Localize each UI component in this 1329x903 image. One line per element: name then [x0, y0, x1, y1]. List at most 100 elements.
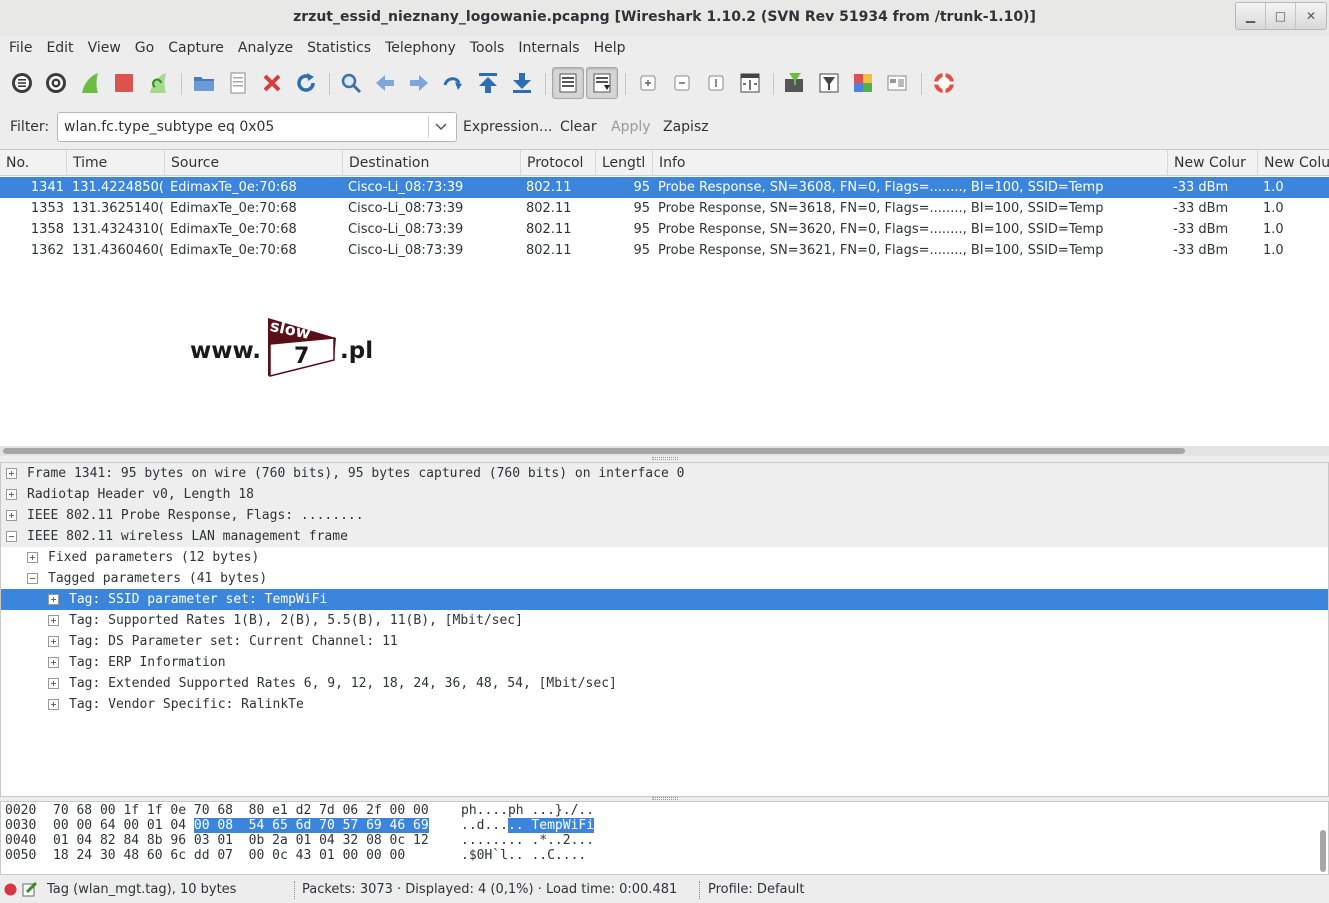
status-separator	[294, 881, 295, 899]
maximize-icon[interactable]: □	[1266, 3, 1296, 29]
menu-go[interactable]: Go	[128, 40, 161, 56]
restart-capture-icon[interactable]	[144, 69, 172, 97]
back-icon[interactable]	[371, 69, 399, 97]
save-file-icon[interactable]	[224, 69, 252, 97]
cell-new-2: 1.0	[1263, 222, 1284, 237]
column-no[interactable]: No.	[0, 150, 67, 176]
cell-time: 131.4360460(	[72, 243, 164, 258]
expand-icon[interactable]	[48, 657, 59, 668]
start-capture-icon[interactable]	[76, 69, 104, 97]
column-protocol[interactable]: Protocol	[521, 150, 596, 176]
column-source[interactable]: Source	[165, 150, 343, 176]
hex-bytes-group: 70 68 00 1f 1f 0e 70 68 80 e1 d2 7d 06 2…	[53, 803, 429, 818]
collapse-icon[interactable]	[27, 573, 38, 584]
packet-row[interactable]: 1358 131.4324310(EdimaxTe_0e:70:68 Cisco-L…	[0, 219, 1329, 240]
detail-tree-row[interactable]: Tag: DS Parameter set: Current Channel: …	[1, 631, 1328, 652]
save-filter-button[interactable]: Zapisz	[663, 119, 709, 135]
detail-tree-row[interactable]: Fixed parameters (12 bytes)	[1, 547, 1328, 568]
expand-icon[interactable]	[6, 468, 17, 479]
interfaces-icon[interactable]	[8, 69, 36, 97]
expand-icon[interactable]	[6, 489, 17, 500]
window-title: zrzut_essid_nieznany_logowanie.pcapng [W…	[293, 9, 1036, 25]
cell-new-1: -33 dBm	[1173, 222, 1229, 237]
coloring-rules-icon[interactable]	[849, 69, 877, 97]
packet-list-scrollbar[interactable]	[0, 446, 1329, 456]
expand-icon[interactable]	[48, 615, 59, 626]
detail-tree-row[interactable]: IEEE 802.11 wireless LAN management fram…	[1, 526, 1328, 547]
expand-icon[interactable]	[48, 678, 59, 689]
minimize-icon[interactable]: ▁	[1236, 3, 1266, 29]
resize-columns-icon[interactable]	[736, 69, 764, 97]
menu-tools[interactable]: Tools	[463, 40, 512, 56]
pane-splitter[interactable]	[652, 457, 678, 460]
colorize-icon[interactable]	[552, 67, 584, 99]
reload-icon[interactable]	[292, 69, 320, 97]
menu-file[interactable]: File	[2, 40, 39, 56]
chevron-down-icon[interactable]	[428, 116, 452, 138]
menu-internals[interactable]: Internals	[511, 40, 586, 56]
capture-filters-icon[interactable]	[781, 69, 809, 97]
expression-button[interactable]: Expression...	[463, 119, 552, 135]
options-icon[interactable]	[42, 69, 70, 97]
detail-tree-row[interactable]: Frame 1341: 95 bytes on wire (760 bits),…	[1, 463, 1328, 484]
first-packet-icon[interactable]	[474, 69, 502, 97]
menu-statistics[interactable]: Statistics	[300, 40, 378, 56]
detail-tree-row[interactable]: Tagged parameters (41 bytes)	[1, 568, 1328, 589]
expand-icon[interactable]	[6, 510, 17, 521]
expert-info-icon[interactable]	[4, 883, 17, 896]
menu-analyze[interactable]: Analyze	[231, 40, 300, 56]
hex-bytes-group: 01 04 82 84 8b 96 03 01 0b 2a 01 04 32 0…	[53, 833, 429, 848]
capture-comment-icon[interactable]	[22, 881, 38, 897]
menu-view[interactable]: View	[81, 40, 128, 56]
detail-tree-row[interactable]: IEEE 802.11 Probe Response, Flags: .....…	[1, 505, 1328, 526]
last-packet-icon[interactable]	[508, 69, 536, 97]
packet-row[interactable]: 1341 131.4224850(EdimaxTe_0e:70:68 Cisco-L…	[0, 177, 1329, 198]
stop-capture-icon[interactable]	[110, 69, 138, 97]
column-destination[interactable]: Destination	[343, 150, 521, 176]
column-length[interactable]: Lengtl	[596, 150, 653, 176]
column-new-1[interactable]: New Colur	[1168, 150, 1258, 176]
display-filters-icon[interactable]	[815, 69, 843, 97]
logo-digit: 7	[294, 344, 310, 369]
status-profile[interactable]: Profile: Default	[708, 882, 804, 897]
collapse-icon[interactable]	[6, 531, 17, 542]
menu-capture[interactable]: Capture	[161, 40, 231, 56]
close-icon[interactable]: ✕	[1296, 3, 1326, 29]
pane-splitter[interactable]	[652, 797, 678, 800]
detail-tree-row[interactable]: Tag: Extended Supported Rates 6, 9, 12, …	[1, 673, 1328, 694]
menu-help[interactable]: Help	[587, 40, 633, 56]
apply-button[interactable]: Apply	[611, 119, 651, 135]
column-new-2[interactable]: New Colu	[1258, 150, 1329, 176]
help-icon[interactable]	[930, 69, 958, 97]
detail-tree-row[interactable]: Tag: ERP Information	[1, 652, 1328, 673]
scrollbar-thumb[interactable]	[3, 448, 1185, 454]
detail-tree-row[interactable]: Tag: Supported Rates 1(B), 2(B), 5.5(B),…	[1, 610, 1328, 631]
expand-icon[interactable]	[48, 699, 59, 710]
column-time[interactable]: Time	[67, 150, 165, 176]
menu-edit[interactable]: Edit	[39, 40, 80, 56]
menu-telephony[interactable]: Telephony	[378, 40, 463, 56]
forward-icon[interactable]	[405, 69, 433, 97]
expand-icon[interactable]	[48, 594, 59, 605]
bytes-scrollbar[interactable]	[1320, 830, 1326, 872]
preferences-icon[interactable]	[883, 69, 911, 97]
detail-tree-row[interactable]: Tag: Vendor Specific: RalinkTe	[1, 694, 1328, 715]
open-file-icon[interactable]	[190, 69, 218, 97]
column-info[interactable]: Info	[653, 150, 1168, 176]
packet-row[interactable]: 1353 131.3625140(EdimaxTe_0e:70:68 Cisco-L…	[0, 198, 1329, 219]
zoom-out-icon[interactable]	[668, 69, 696, 97]
expand-icon[interactable]	[48, 636, 59, 647]
autoscroll-icon[interactable]	[586, 67, 618, 99]
hex-ascii-group: ph....ph ...}./..	[461, 803, 594, 818]
detail-tree-row[interactable]: Radiotap Header v0, Length 18	[1, 484, 1328, 505]
normal-size-icon[interactable]	[702, 69, 730, 97]
expand-icon[interactable]	[27, 552, 38, 563]
detail-tree-row[interactable]: Tag: SSID parameter set: TempWiFi	[1, 589, 1328, 610]
zoom-in-icon[interactable]	[634, 69, 662, 97]
goto-icon[interactable]	[439, 69, 467, 97]
close-file-icon[interactable]	[258, 69, 286, 97]
find-icon[interactable]	[337, 69, 365, 97]
packet-row[interactable]: 1362 131.4360460(EdimaxTe_0e:70:68 Cisco-L…	[0, 240, 1329, 261]
clear-button[interactable]: Clear	[560, 119, 597, 135]
filter-input[interactable]	[57, 112, 457, 142]
